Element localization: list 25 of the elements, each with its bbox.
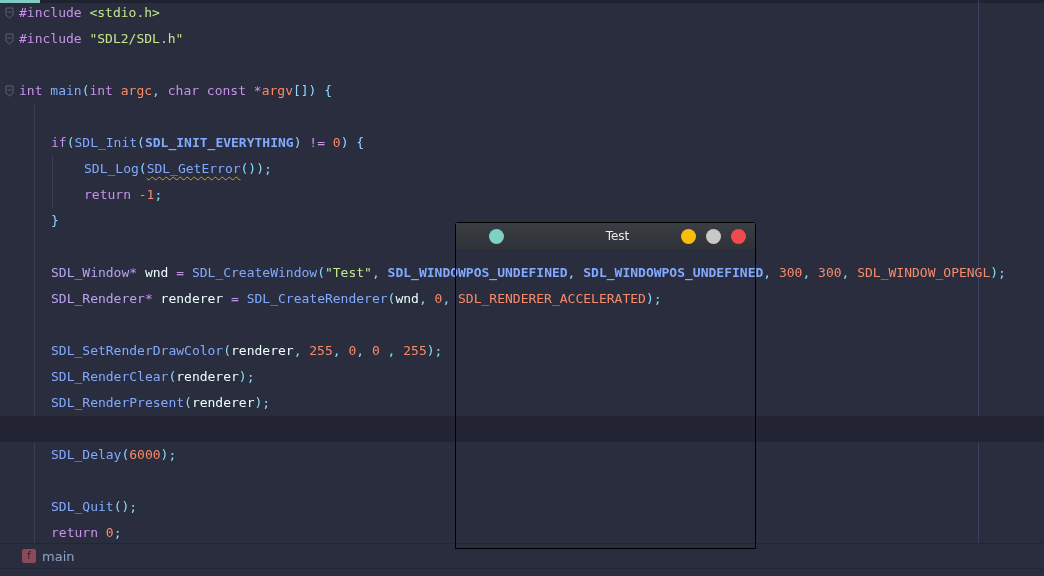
code-line: SDL_RenderClear(renderer); — [51, 368, 255, 386]
fold-icon[interactable] — [5, 33, 14, 45]
code-line: return -1; — [84, 186, 163, 204]
code-line: } — [51, 212, 59, 230]
code-line: int main(int argc, char const *argv[]) { — [19, 82, 333, 100]
window-title: Test — [605, 229, 630, 243]
code-line: SDL_RenderPresent(renderer); — [51, 394, 271, 412]
code-line: return 0; — [51, 524, 122, 542]
code-line: #include "SDL2/SDL.h" — [19, 30, 184, 48]
breadcrumb-item[interactable]: main — [42, 548, 75, 564]
code-line: SDL_Delay(6000); — [51, 446, 177, 464]
function-icon: f — [22, 549, 36, 563]
minimize-button[interactable] — [681, 228, 696, 244]
code-line: if(SDL_Init(SDL_INIT_EVERYTHING) != 0) { — [51, 134, 365, 152]
code-line: SDL_Renderer* renderer = SDL_CreateRenderer(wnd, 0, SDL_RENDERER_ACCELERATED); — [51, 290, 662, 308]
close-button[interactable] — [731, 228, 746, 244]
code-line: SDL_Window* wnd = SDL_CreateWindow("Test", SDL_WINDOWPOS_UNDEFINED, SDL_WINDOWPOS_UNDEFINED, 300, 300, SDL_WINDOW_OPENGL); — [51, 264, 1006, 282]
fold-icon[interactable] — [5, 85, 14, 97]
code-line: SDL_Quit(); — [51, 498, 138, 516]
code-line: SDL_Log(SDL_GetError()); — [84, 160, 272, 178]
code-line: SDL_SetRenderDrawColor(renderer, 255, 0, 0 , 255); — [51, 342, 443, 360]
code-line: #include <stdio.h> — [19, 4, 160, 22]
menu-button[interactable] — [489, 228, 504, 244]
maximize-button[interactable] — [706, 228, 721, 244]
fold-icon[interactable] — [5, 7, 14, 19]
